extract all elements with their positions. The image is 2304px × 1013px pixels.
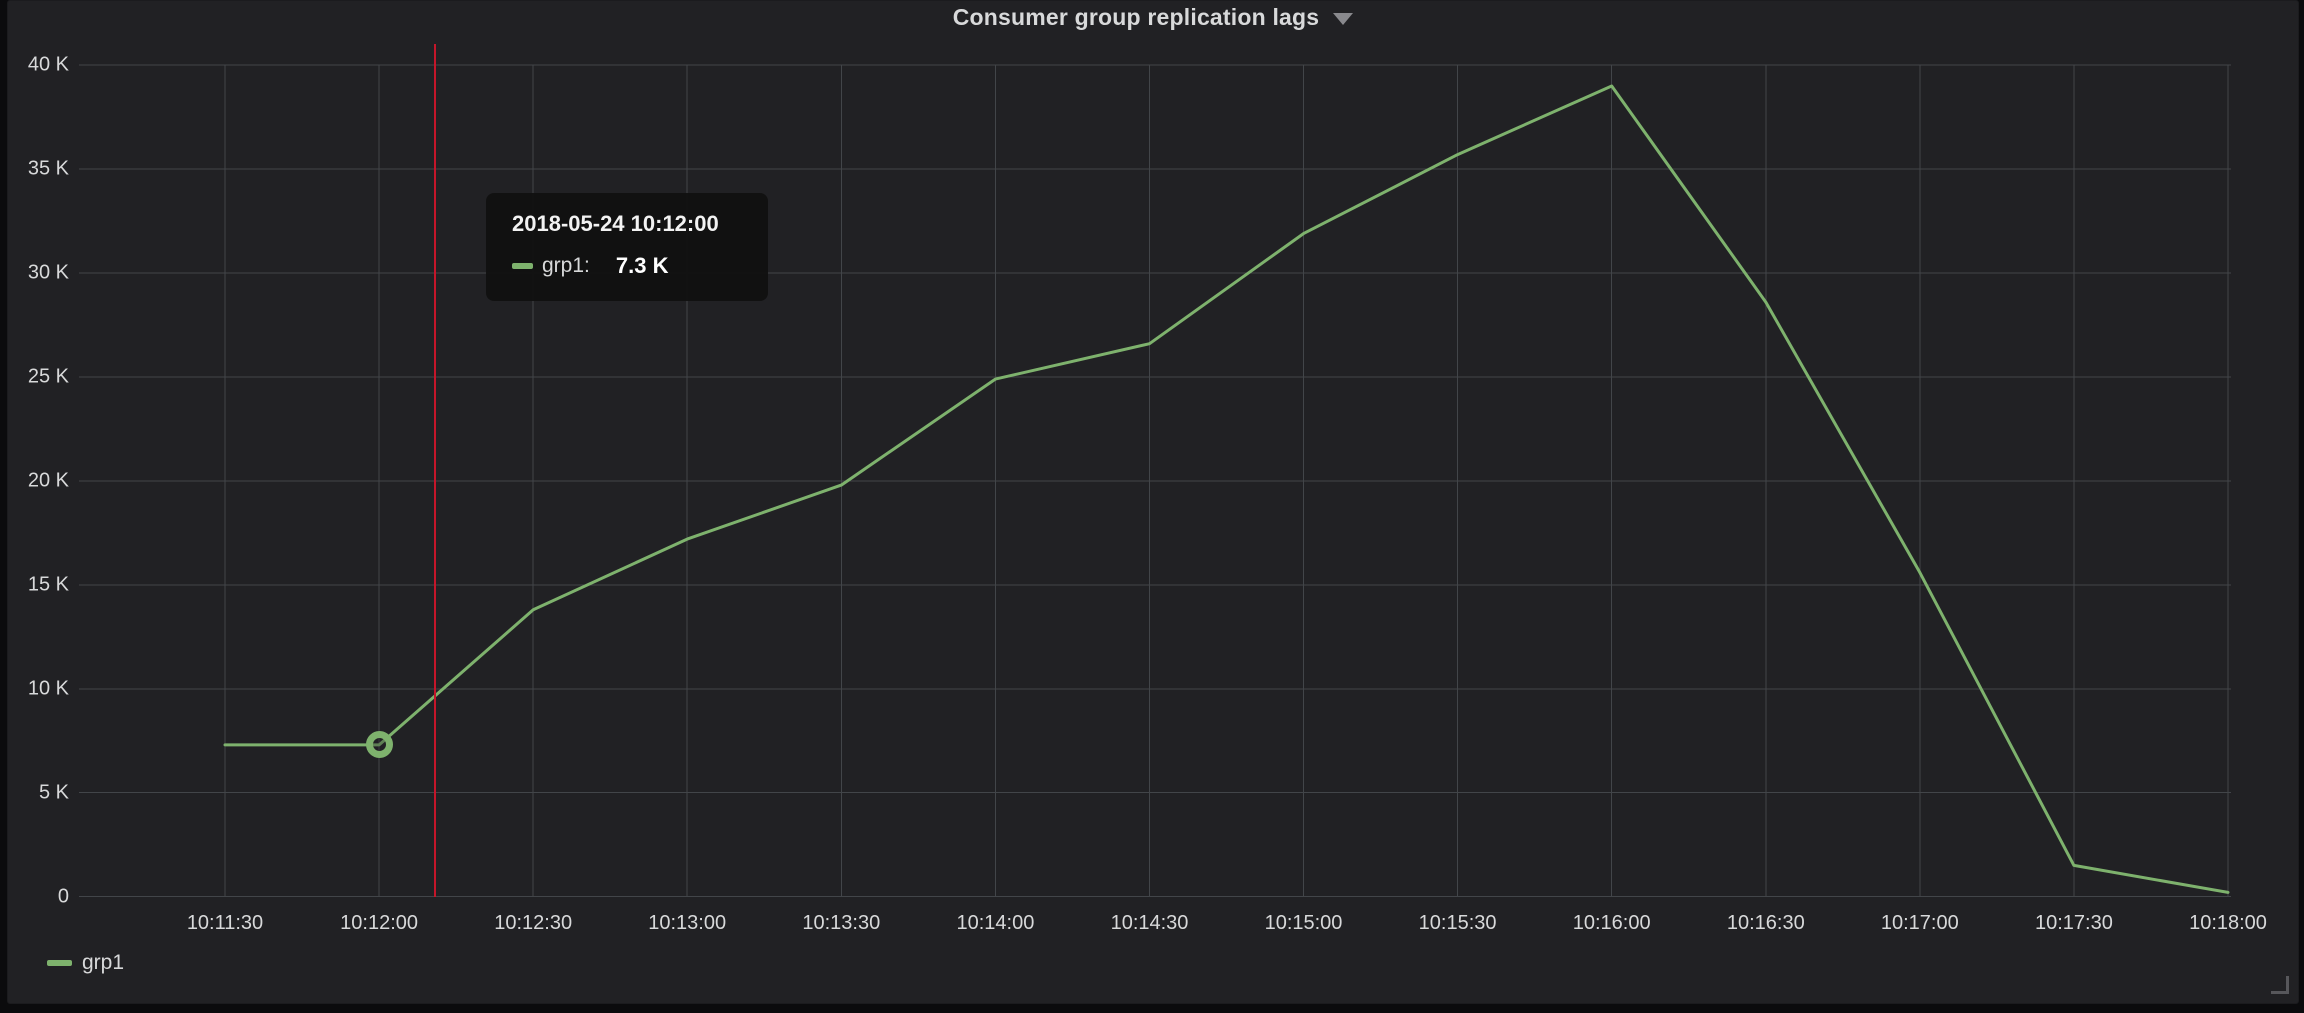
x-axis-label: 10:12:30: [494, 912, 572, 935]
x-axis-label: 10:16:30: [1727, 912, 1805, 935]
tooltip-series-row: grp1: 7.3 K: [512, 253, 742, 279]
x-axis-label: 10:12:00: [340, 912, 418, 935]
crosshair-line: [434, 44, 436, 897]
y-axis-label: 40 K: [0, 54, 69, 77]
x-axis-label: 10:11:30: [187, 912, 263, 935]
tooltip-timestamp: 2018-05-24 10:12:00: [512, 211, 742, 237]
x-axis-label: 10:15:30: [1419, 912, 1497, 935]
legend: grp1: [47, 951, 124, 975]
x-axis-label: 10:15:00: [1265, 912, 1343, 935]
panel-title-dropdown[interactable]: Consumer group replication lags: [8, 1, 2298, 33]
legend-item-grp1[interactable]: grp1: [47, 951, 124, 975]
x-axis-label: 10:14:30: [1111, 912, 1189, 935]
tooltip: 2018-05-24 10:12:00 grp1: 7.3 K: [486, 193, 768, 301]
series-color-dash-icon: [512, 263, 533, 269]
chart-plot-area[interactable]: 05 K10 K15 K20 K25 K30 K35 K40 K 10:11:3…: [79, 44, 2231, 897]
y-axis-label: 0: [0, 885, 69, 908]
tooltip-series-value: 7.3 K: [616, 253, 669, 279]
x-axis-label: 10:18:00: [2189, 912, 2267, 935]
chart-canvas[interactable]: [79, 44, 2231, 897]
y-axis-label: 10 K: [0, 677, 69, 700]
y-axis-label: 15 K: [0, 573, 69, 596]
legend-series-dash-icon: [47, 960, 72, 966]
panel-title: Consumer group replication lags: [953, 4, 1320, 31]
panel-resize-handle[interactable]: [2271, 976, 2289, 994]
x-axis-label: 10:13:30: [802, 912, 880, 935]
y-axis-label: 25 K: [0, 366, 69, 389]
x-axis-label: 10:17:00: [1881, 912, 1959, 935]
y-axis-label: 35 K: [0, 158, 69, 181]
y-axis-label: 30 K: [0, 262, 69, 285]
y-axis-label: 5 K: [0, 781, 69, 804]
legend-series-label: grp1: [82, 951, 124, 975]
x-axis-label: 10:17:30: [2035, 912, 2113, 935]
grafana-panel: Consumer group replication lags 05 K10 K…: [7, 0, 2299, 1004]
hover-point-marker: [366, 731, 393, 758]
caret-down-icon: [1333, 13, 1353, 25]
x-axis-label: 10:14:00: [956, 912, 1034, 935]
tooltip-series-label: grp1:: [542, 254, 590, 278]
x-axis-label: 10:16:00: [1573, 912, 1651, 935]
y-axis-label: 20 K: [0, 469, 69, 492]
x-axis-label: 10:13:00: [648, 912, 726, 935]
